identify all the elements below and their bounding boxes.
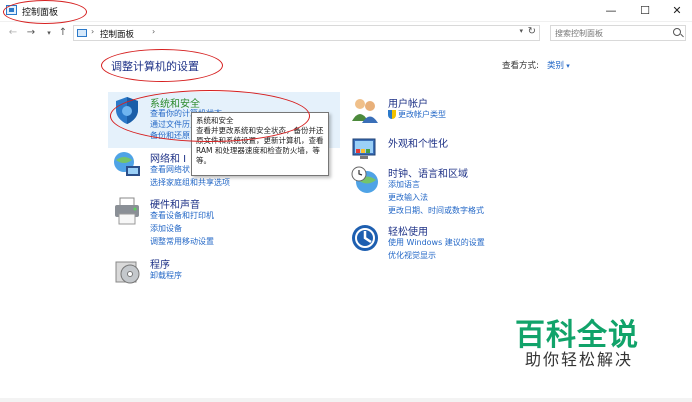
back-arrow-icon[interactable]: ← <box>6 25 20 41</box>
category-title[interactable]: 时钟、语言和区域 <box>388 165 468 180</box>
users-icon <box>352 99 378 123</box>
view-by-dropdown[interactable]: 类别 <box>547 59 570 71</box>
category-title[interactable]: 网络和 I <box>150 150 186 165</box>
link-network-status[interactable]: 查看网络状 <box>150 164 190 175</box>
category-title[interactable]: 用户帐户 <box>388 95 428 110</box>
category-title[interactable]: 轻松使用 <box>388 223 428 238</box>
close-button[interactable]: ✕ <box>662 2 692 20</box>
view-by-label: 查看方式: <box>502 61 539 71</box>
link-change-date-format[interactable]: 更改日期、时间或数字格式 <box>388 205 484 216</box>
printer-icon <box>115 197 139 225</box>
watermark-slogan: 助你轻松解决 <box>525 350 634 369</box>
title-bar: 控制面板 — ☐ ✕ <box>0 0 692 22</box>
search-box[interactable] <box>550 25 686 41</box>
search-input[interactable] <box>555 27 667 39</box>
annotation-ellipse-title <box>3 0 87 24</box>
breadcrumb-control-panel[interactable]: 控制面板 <box>100 28 134 40</box>
annotation-ellipse-security <box>110 90 310 142</box>
appearance-palette-icon <box>352 138 376 159</box>
link-uninstall-program[interactable]: 卸载程序 <box>150 270 182 281</box>
recent-locations-chevron-icon[interactable]: ▾ <box>42 25 56 41</box>
link-homegroup-sharing[interactable]: 选择家庭组和共享选项 <box>150 177 230 188</box>
minimize-button[interactable]: — <box>596 2 626 20</box>
up-arrow-icon[interactable]: ↑ <box>56 25 70 41</box>
link-change-input-method[interactable]: 更改输入法 <box>388 192 428 203</box>
refresh-icon[interactable]: ↻ <box>528 26 536 37</box>
address-dropdown-chevron-icon[interactable]: ▾ <box>519 27 523 35</box>
window-bottom-edge <box>0 398 692 402</box>
category-title[interactable]: 外观和个性化 <box>388 135 448 150</box>
network-globe-icon <box>114 152 140 176</box>
control-panel-icon <box>77 29 87 37</box>
breadcrumb-separator-icon[interactable]: › <box>152 27 155 36</box>
programs-disc-icon <box>115 261 140 284</box>
category-title[interactable]: 程序 <box>150 256 170 271</box>
address-bar[interactable]: › 控制面板 › ▾ ↻ <box>73 25 540 41</box>
link-add-language[interactable]: 添加语言 <box>388 179 420 190</box>
maximize-button[interactable]: ☐ <box>630 2 660 20</box>
link-windows-recommended-settings[interactable]: 使用 Windows 建议的设置 <box>388 237 485 248</box>
link-add-device[interactable]: 添加设备 <box>150 223 182 234</box>
uac-shield-icon <box>388 110 396 119</box>
breadcrumb-separator-icon[interactable]: › <box>91 27 94 36</box>
link-devices-printers[interactable]: 查看设备和打印机 <box>150 210 214 221</box>
search-icon[interactable] <box>673 28 681 36</box>
category-title[interactable]: 硬件和声音 <box>150 196 200 211</box>
link-optimize-visual-display[interactable]: 优化视觉显示 <box>388 250 436 261</box>
annotation-ellipse-heading <box>101 49 223 82</box>
link-change-account-type[interactable]: 更改帐户类型 <box>398 109 446 120</box>
clock-globe-icon <box>351 166 378 193</box>
link-mobility-settings[interactable]: 调整常用移动设置 <box>150 236 214 247</box>
ease-of-access-icon <box>352 225 378 251</box>
forward-arrow-icon[interactable]: → <box>24 25 38 41</box>
navigation-bar: ← → ▾ ↑ › 控制面板 › ▾ ↻ <box>0 22 692 44</box>
